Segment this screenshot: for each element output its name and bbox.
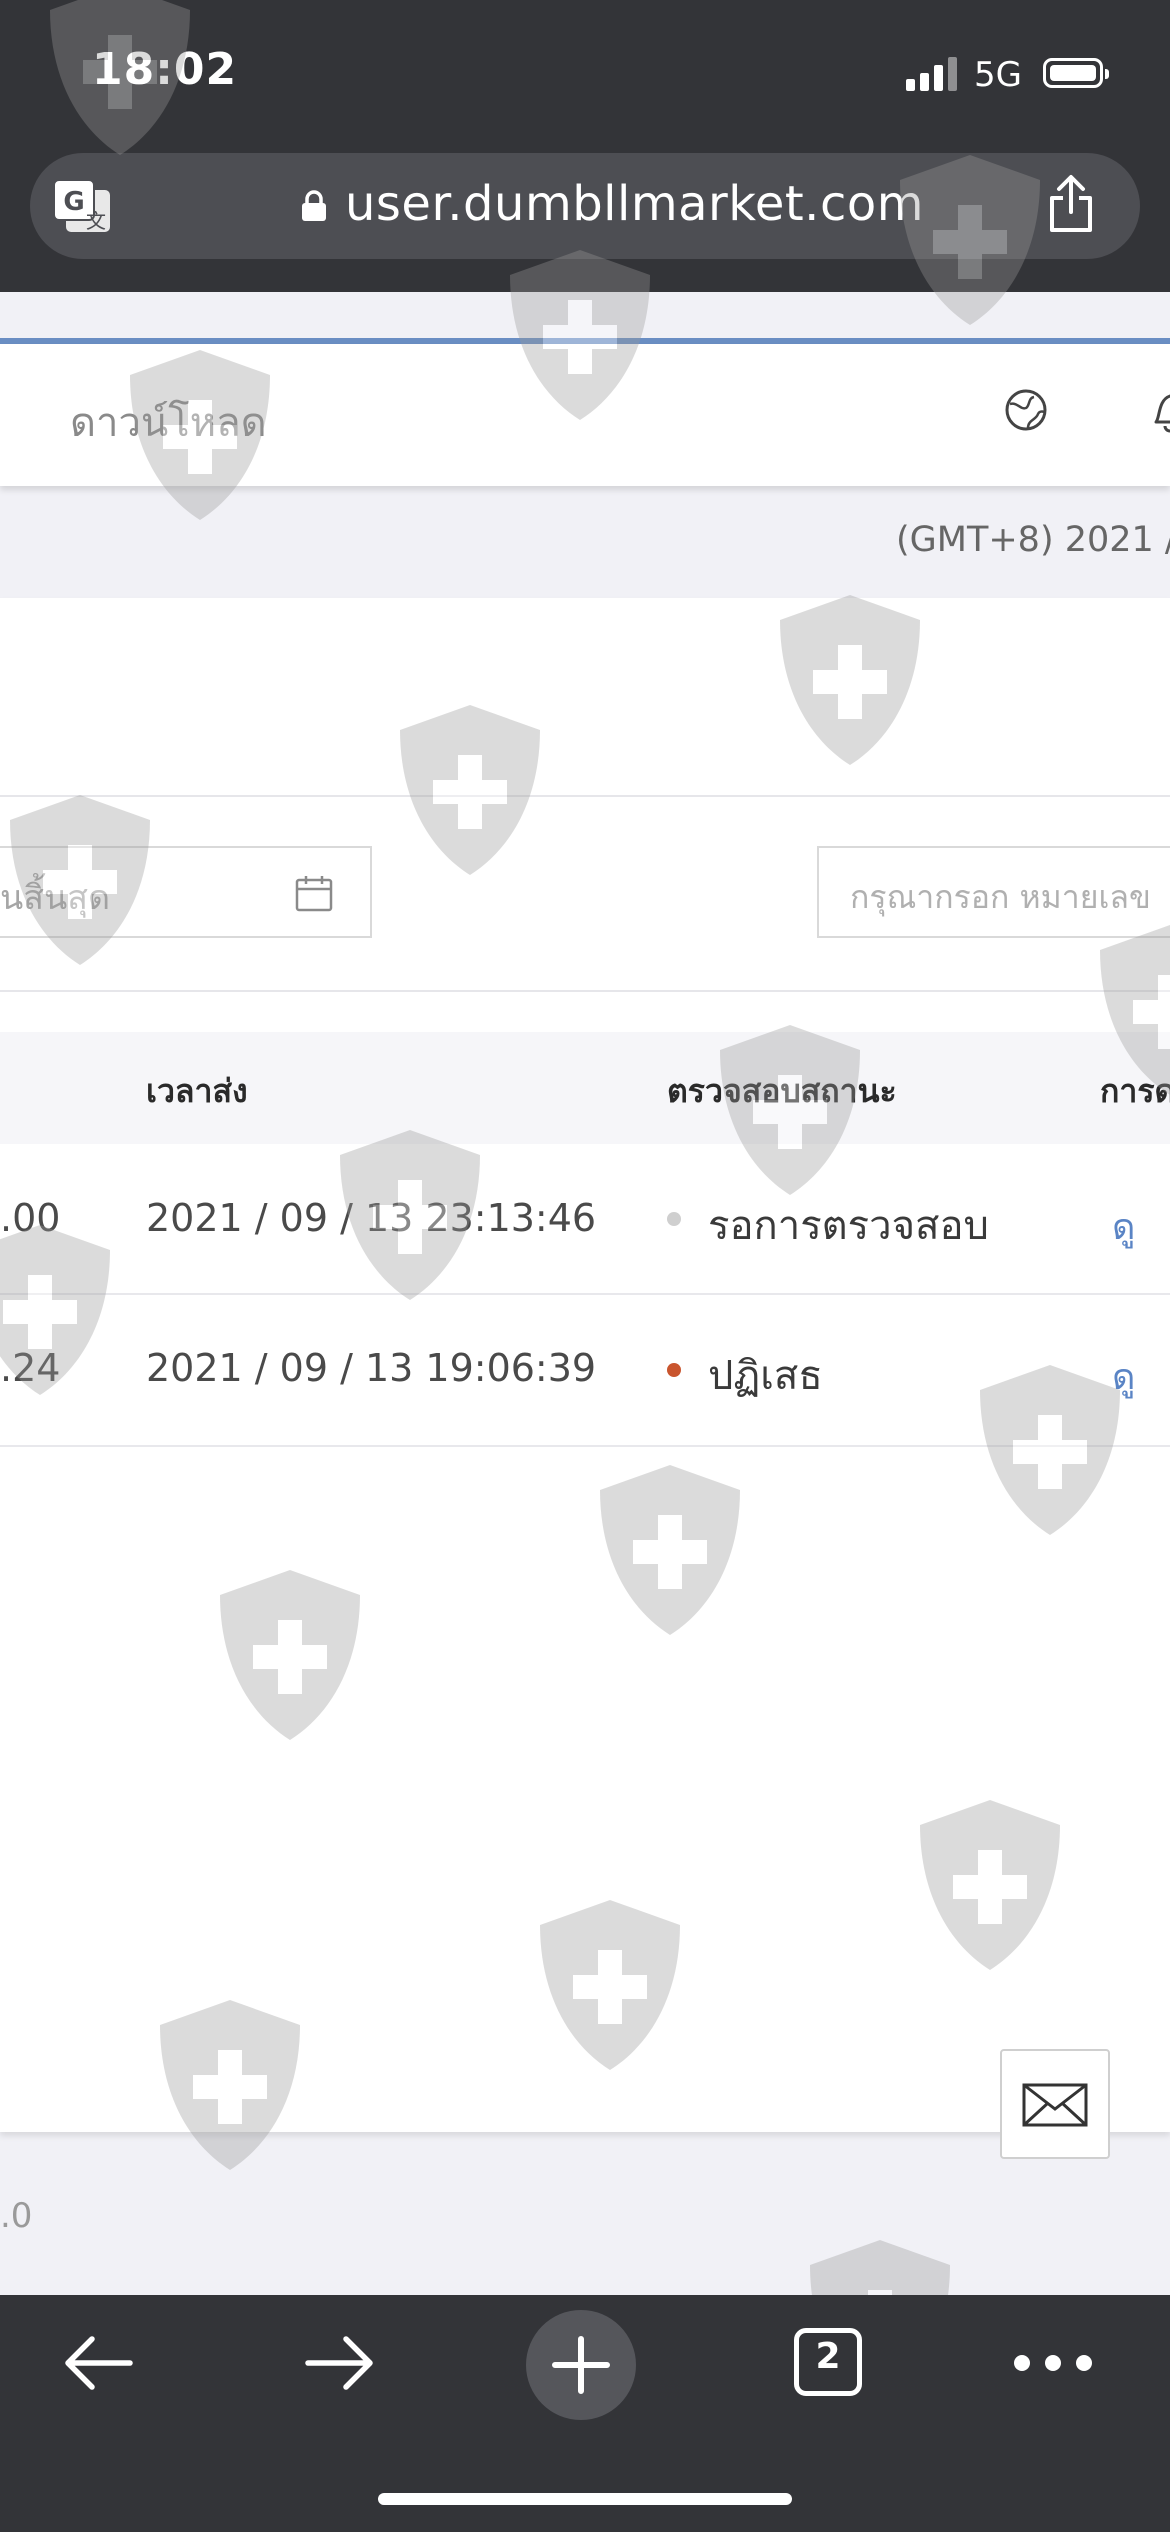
amount-cell: .00 [0,1196,61,1240]
download-link[interactable]: ดาวน์โหลด [70,390,267,454]
bell-icon[interactable] [1150,388,1170,434]
back-icon[interactable] [58,2330,138,2396]
timezone-datetime: (GMT+8) 2021 / [896,520,1170,560]
end-date-placeholder: นสิ้นสุด [0,878,111,918]
status-cell: รอการตรวจสอบ [708,1203,989,1249]
forward-icon[interactable] [300,2330,380,2396]
more-icon[interactable] [1010,2350,1096,2376]
battery-icon [1043,58,1109,88]
url-text[interactable]: user.dumbllmarket.com [345,176,924,232]
view-link[interactable]: ดู [1112,1198,1135,1255]
divider [0,795,1170,797]
row-divider [0,1293,1170,1295]
send-time-cell: 2021 / 09 / 13 19:06:39 [146,1346,597,1390]
column-header-send-time: เวลาส่ง [146,1072,248,1110]
amount-cell: .24 [0,1346,61,1390]
home-indicator[interactable] [378,2493,792,2505]
mail-icon [1022,2083,1088,2127]
network-type: 5G [974,55,1022,95]
row-divider [0,1445,1170,1447]
divider [0,990,1170,992]
calendar-icon[interactable] [294,873,334,913]
status-cell: ปฏิเสธ [708,1353,823,1399]
status-time: 18:02 [92,44,238,95]
status-dot [667,1363,681,1377]
column-header-action: การด [1100,1072,1170,1110]
plus-icon [552,2336,610,2394]
share-icon[interactable] [1046,174,1096,234]
tab-count: 2 [815,2336,841,2377]
view-link[interactable]: ดู [1112,1348,1135,1405]
translate-icon[interactable]: G 文 [52,178,114,236]
send-time-cell: 2021 / 09 / 13 23:13:46 [146,1196,597,1240]
svg-text:文: 文 [86,209,106,233]
status-dot [667,1212,681,1226]
order-number-placeholder: กรุณากรอก หมายเลข [850,878,1151,916]
globe-icon[interactable] [1004,388,1048,432]
svg-text:G: G [63,187,84,217]
signal-icon [906,57,958,91]
footer-version: .0 [0,2196,33,2236]
column-header-status: ตรวจสอบสถานะ [667,1072,897,1110]
lock-icon [302,190,326,221]
